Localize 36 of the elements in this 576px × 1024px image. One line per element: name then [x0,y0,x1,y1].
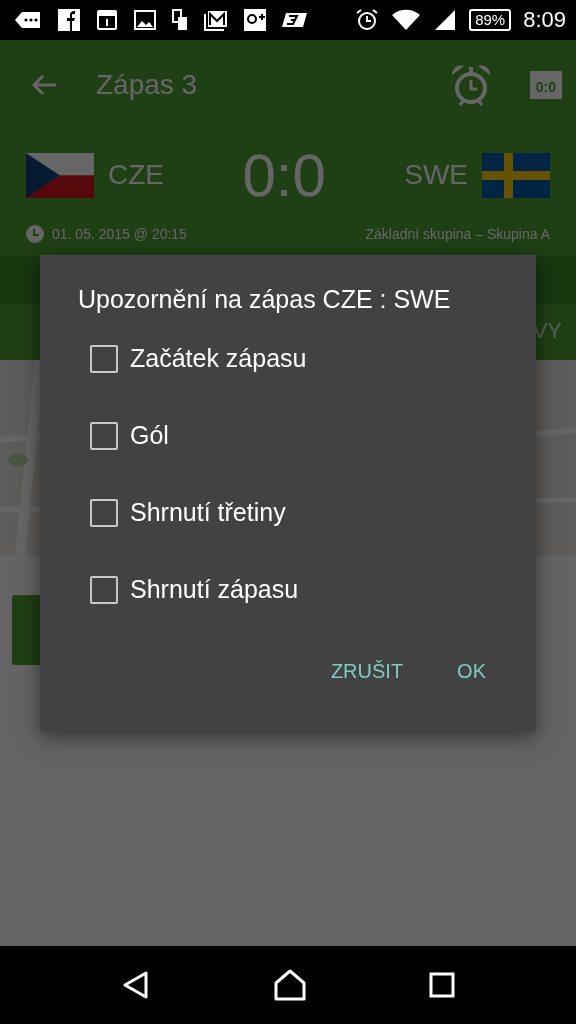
dialog-button[interactable]: OK [445,650,498,693]
tag-icon [14,10,42,30]
recent-apps-icon[interactable] [429,972,455,998]
checkbox[interactable] [90,344,118,373]
facebook-icon [58,9,80,31]
checkbox-option[interactable]: Gól [90,397,498,474]
swedish-flag-icon [482,152,550,198]
clock-time: 8:09 [523,7,566,33]
checkbox-option[interactable]: Shrnutí zápasu [90,551,498,628]
checkbox-option[interactable]: Začátek zápasu [90,320,498,397]
match-datetime: 01. 05. 2015 @ 20:15 [52,226,187,242]
calendar-icon [96,9,118,31]
wifi-icon [391,8,422,32]
battery-indicator: 89% [469,9,512,31]
dialog-title: Upozornění na zápas CZE : SWE [78,285,452,314]
alarm-icon [355,8,380,32]
mail-icon [204,9,228,31]
clock-icon [26,225,44,243]
screen-title: Zápas 3 [96,69,198,101]
team-code: CZE [108,159,164,191]
checkbox[interactable] [90,421,118,450]
home-icon[interactable] [273,969,307,1001]
czech-flag-icon [26,152,94,198]
team-code: SWE [404,159,468,191]
phone-transfer-icon [172,9,188,31]
dialog-button[interactable]: ZRUŠIT [318,650,416,693]
image-icon [134,10,156,30]
checkbox[interactable] [90,498,118,527]
three-logo-icon [282,11,308,29]
match-score: 0:0 [241,140,327,210]
checkbox-option[interactable]: Shrnutí třetiny [90,474,498,551]
back-icon[interactable] [121,970,151,1000]
checkbox[interactable] [90,575,118,604]
signal-icon [433,8,458,32]
google-plus-icon [244,9,266,31]
match-stage: Základní skupina – Skupina A [365,226,550,242]
